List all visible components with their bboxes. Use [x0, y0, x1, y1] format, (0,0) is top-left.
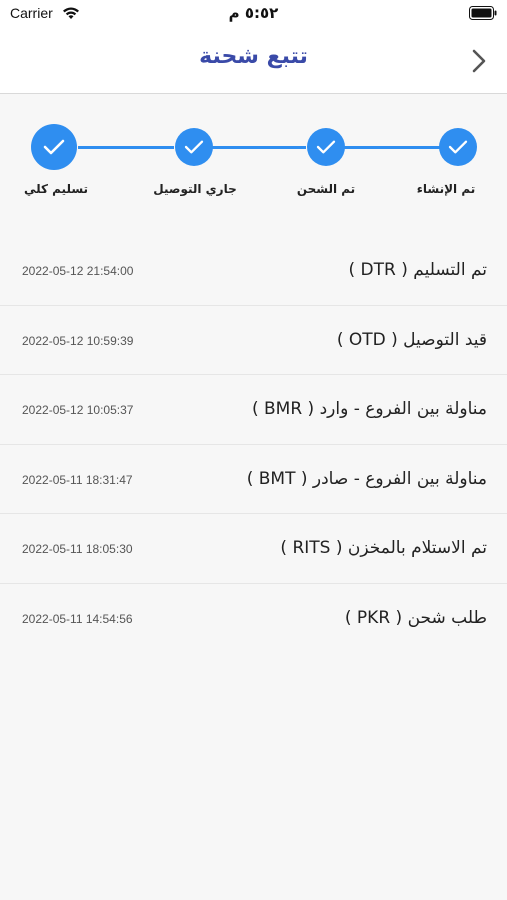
event-status: تم التسليم ( DTR ) [348, 260, 487, 280]
step-indicator-delivering [175, 128, 213, 166]
list-item: قيد التوصيل ( OTD ) 2022-05-12 10:59:39 [0, 306, 507, 375]
step-label: تم الإنشاء [416, 182, 476, 196]
battery-icon [469, 6, 497, 20]
event-timestamp: 2022-05-11 18:31:47 [22, 472, 133, 487]
event-timestamp: 2022-05-12 10:59:39 [22, 333, 134, 348]
list-item: تم الاستلام بالمخزن ( RITS ) 2022-05-11 … [0, 514, 507, 584]
checkmark-icon [184, 140, 204, 154]
event-status: قيد التوصيل ( OTD ) [336, 329, 487, 350]
checkmark-icon [448, 140, 468, 154]
step-connector [344, 146, 440, 149]
event-status: مناولة بين الفروع - صادر ( BMT ) [246, 468, 487, 489]
step-label: جاري التوصيل [153, 182, 237, 196]
tracking-events-list: تم التسليم ( DTR ) 2022-05-12 21:54:00 ق… [0, 236, 507, 653]
event-status: طلب شحن ( PKR ) [344, 607, 487, 628]
list-item: تم التسليم ( DTR ) 2022-05-12 21:54:00 [0, 236, 507, 306]
status-bar: Carrier ٥:٥٢ م [0, 0, 507, 30]
event-status: تم الاستلام بالمخزن ( RITS ) [280, 538, 487, 558]
back-button[interactable] [465, 44, 493, 78]
event-status: مناولة بين الفروع - وارد ( BMR ) [251, 399, 487, 419]
event-timestamp: 2022-05-11 14:54:56 [22, 611, 133, 626]
step-label: تسليم كلي [23, 182, 89, 196]
step-connector [210, 146, 306, 149]
event-timestamp: 2022-05-11 18:05:30 [22, 542, 133, 556]
clock: ٥:٥٢ م [228, 4, 279, 22]
list-item: مناولة بين الفروع - صادر ( BMT ) 2022-05… [0, 445, 507, 514]
nav-bar: تتبع شحنة [0, 30, 507, 94]
event-timestamp: 2022-05-12 10:05:37 [22, 403, 134, 417]
event-timestamp: 2022-05-12 21:54:00 [22, 264, 134, 278]
step-indicator-full-delivery [31, 124, 77, 170]
step-indicator-shipped [307, 128, 345, 166]
step-indicator-created [439, 128, 477, 166]
list-item: مناولة بين الفروع - وارد ( BMR ) 2022-05… [0, 375, 507, 445]
step-connector [78, 146, 174, 149]
tracking-stepper: تسليم كلي جاري التوصيل تم الشحن تم الإنش… [0, 94, 507, 214]
step-label: تم الشحن [296, 182, 356, 196]
page-title: تتبع شحنة [199, 44, 308, 69]
chevron-right-icon [472, 49, 486, 73]
checkmark-icon [43, 139, 65, 155]
list-item: طلب شحن ( PKR ) 2022-05-11 14:54:56 [0, 584, 507, 654]
checkmark-icon [316, 140, 336, 154]
